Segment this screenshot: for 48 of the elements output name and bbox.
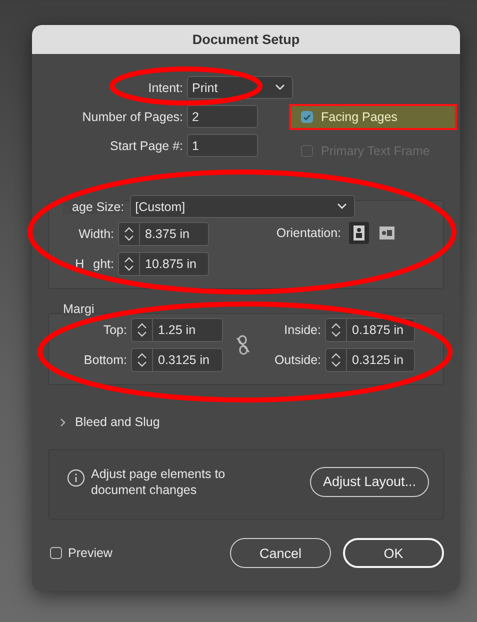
margin-label: Inside: (283, 323, 321, 337)
width-field[interactable]: 8.375 in (118, 222, 209, 246)
page-size-dropdown[interactable]: [Custom] (130, 195, 356, 218)
pages-label: Number of Pages: (81, 110, 183, 124)
page-size-label: age Size: (63, 200, 124, 214)
preview-label: Preview (68, 546, 112, 560)
margin-field[interactable]: 0.1875 in (325, 318, 415, 342)
checkbox[interactable] (301, 111, 313, 123)
start-page-field[interactable]: 1 (187, 134, 258, 157)
intent-label: Intent: (147, 80, 183, 94)
stepper-icon[interactable] (137, 322, 147, 338)
orientation-button[interactable] (349, 222, 369, 244)
stepper-icon[interactable] (331, 352, 341, 368)
bleed-and-slug-toggle[interactable]: Bleed and Slug (60, 415, 444, 429)
window-title: Document Setup (32, 25, 460, 54)
margins-label: Margi (63, 302, 94, 316)
intent-dropdown[interactable]: Print (187, 76, 293, 99)
width-label: Width: (78, 227, 114, 241)
margin-field[interactable]: 0.3125 in (131, 348, 223, 372)
info-icon (67, 469, 85, 487)
cancel-button[interactable]: Cancel (230, 538, 331, 568)
portrait-icon (353, 225, 365, 241)
info-text: Adjust page elements to document changes (91, 466, 226, 498)
stepper-icon[interactable] (124, 226, 134, 242)
stepper-icon[interactable] (124, 256, 134, 272)
landscape-icon (379, 226, 395, 240)
preview-checkbox[interactable] (50, 547, 62, 559)
option-label: Facing Pages (321, 110, 398, 124)
height-label: H (75, 257, 84, 271)
stepper-icon[interactable] (137, 352, 147, 368)
height-field[interactable]: 10.875 in (118, 252, 209, 276)
margin-label: Top: (102, 323, 127, 337)
bleed-and-slug-label: Bleed and Slug (75, 415, 160, 429)
broken-link-icon[interactable] (235, 334, 251, 356)
margin-label: Outside: (273, 353, 321, 367)
start-page-label: Start Page #: (109, 138, 183, 152)
chevron-down-icon (275, 84, 285, 91)
chevron-down-icon (337, 203, 348, 210)
caret-icon (60, 418, 66, 426)
margin-label: Bottom: (82, 353, 127, 367)
orientation-label: Orientation: (276, 226, 341, 240)
height-label: ght: (93, 257, 114, 271)
pages-field[interactable]: 2 (187, 105, 258, 128)
margin-field[interactable]: 1.25 in (131, 318, 223, 342)
adjust-layout-button[interactable]: Adjust Layout... (310, 466, 429, 496)
ok-button[interactable]: OK (343, 538, 444, 568)
margin-field[interactable]: 0.3125 in (325, 348, 415, 372)
stepper-icon[interactable] (331, 322, 341, 338)
